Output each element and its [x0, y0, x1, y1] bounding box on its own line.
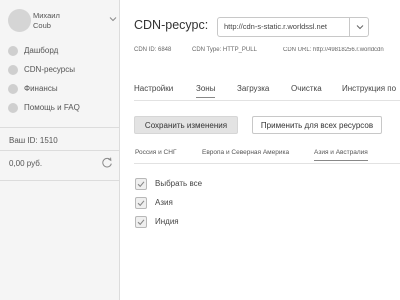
resource-url: http://cdn-s-static.r.worldssl.net [224, 22, 327, 31]
region-tabs-divider [134, 163, 400, 164]
zone-row-asia: Азия [135, 196, 173, 209]
chevron-down-icon [356, 25, 363, 30]
checkbox-label: Индия [155, 217, 179, 226]
sidebar-item-help[interactable]: Помощь и FAQ [8, 98, 118, 117]
check-icon [137, 199, 145, 206]
checkbox-label: Выбрать все [155, 179, 203, 188]
tabs-divider [134, 100, 400, 101]
sidebar: Михаил Coub Дашборд CDN-ресурсы Финансы … [0, 0, 120, 300]
zone-row-india: Индия [135, 215, 179, 228]
avatar[interactable] [8, 9, 31, 32]
tab-settings[interactable]: Настройки [134, 84, 173, 98]
select-all-checkbox[interactable] [135, 177, 147, 190]
sidebar-item-dashboard[interactable]: Дашборд [8, 41, 118, 60]
select-all-row: Выбрать все [135, 177, 202, 190]
cdn-type: CDN Type: HTTP_PULL [192, 47, 257, 53]
tab-purge[interactable]: Очистка [291, 84, 322, 98]
sidebar-item-label: Финансы [24, 84, 58, 93]
sidebar-item-cdn-resources[interactable]: CDN-ресурсы [8, 60, 118, 79]
main-content: CDN-ресурс: http://cdn-s-static.r.worlds… [121, 0, 400, 300]
sidebar-item-label: CDN-ресурсы [24, 65, 76, 74]
apply-all-button[interactable]: Применить для всех ресурсов [252, 116, 382, 134]
user-name: Михаил [33, 11, 60, 20]
sidebar-nav: Дашборд CDN-ресурсы Финансы Помощь и FAQ [8, 41, 118, 117]
check-icon [137, 180, 145, 187]
sidebar-item-label: Помощь и FAQ [24, 103, 80, 112]
sidebar-item-label: Дашборд [24, 46, 59, 55]
check-icon [137, 218, 145, 225]
divider [0, 180, 120, 181]
tab-europe-north-america[interactable]: Европа и Северная Америка [202, 149, 289, 161]
tab-upload[interactable]: Загрузка [237, 84, 269, 98]
balance: 0,00 руб. [9, 159, 43, 168]
divider [0, 150, 120, 151]
tab-instructions[interactable]: Инструкция по [342, 84, 396, 98]
finance-icon [8, 83, 18, 94]
cdn-url: CDN URL: http://49818256.r.worldcdn [283, 47, 384, 53]
save-button[interactable]: Сохранить изменения [134, 116, 238, 134]
select-caret[interactable] [349, 18, 369, 36]
india-checkbox[interactable] [135, 215, 147, 228]
dashboard-icon [8, 45, 18, 56]
sidebar-item-finance[interactable]: Финансы [8, 79, 118, 98]
help-icon [8, 102, 18, 113]
account-id: Ваш ID: 1510 [9, 136, 58, 145]
region-tabs: Россия и СНГ Европа и Северная Америка А… [134, 149, 400, 161]
refresh-icon[interactable] [101, 157, 113, 169]
checkbox-label: Азия [155, 198, 173, 207]
resource-select[interactable]: http://cdn-s-static.r.worldssl.net [217, 17, 369, 37]
resource-tabs: Настройки Зоны Загрузка Очистка Инструкц… [134, 84, 400, 98]
chevron-down-icon[interactable] [109, 15, 117, 23]
user-subtitle: Coub [33, 21, 51, 30]
divider [0, 127, 120, 128]
tab-zones[interactable]: Зоны [196, 84, 216, 98]
tab-asia-australia[interactable]: Азия и Австралия [314, 149, 368, 161]
cdn-id: CDN ID: 6848 [134, 47, 172, 53]
user-menu[interactable]: Михаил Coub [8, 9, 118, 33]
cdn-icon [8, 64, 18, 75]
tab-russia-cis[interactable]: Россия и СНГ [135, 149, 176, 161]
asia-checkbox[interactable] [135, 196, 147, 209]
page-title: CDN-ресурс: [134, 18, 209, 32]
